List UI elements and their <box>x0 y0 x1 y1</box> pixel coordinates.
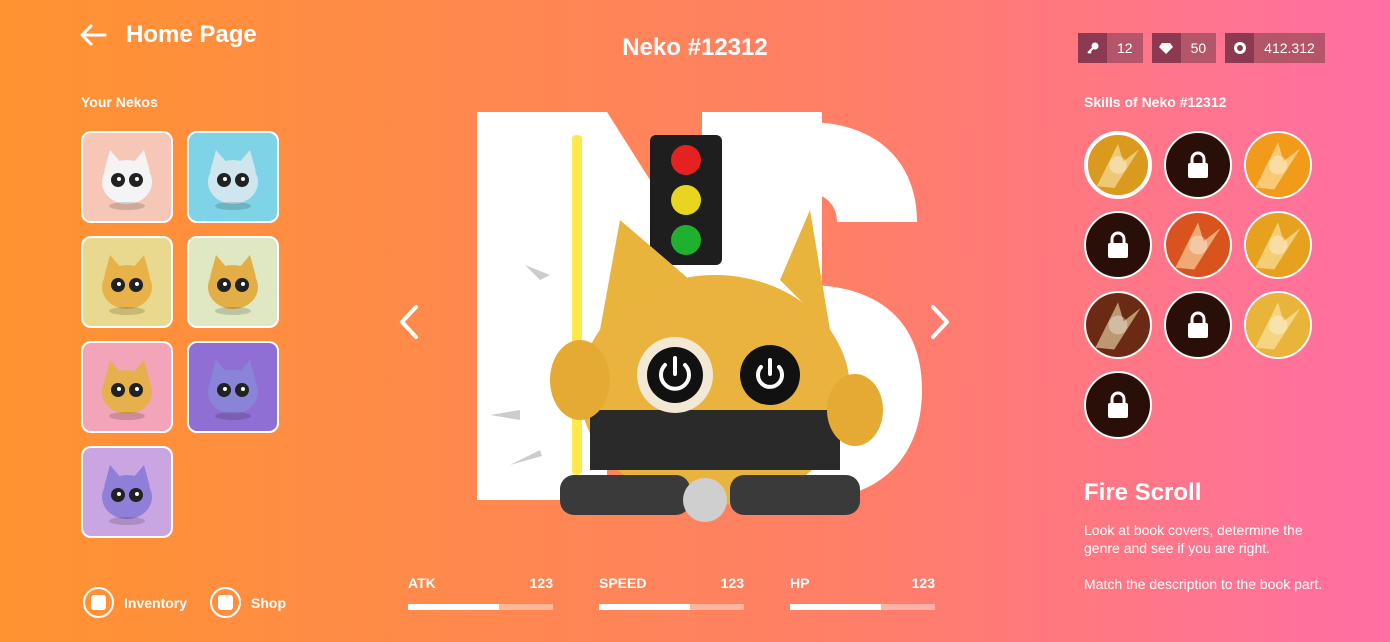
skill-art-icon <box>1246 133 1310 197</box>
neko-thumbnail[interactable] <box>187 236 279 328</box>
skill-locked-1[interactable] <box>1164 131 1232 199</box>
currency-keys: 12 <box>1078 33 1143 63</box>
stat-value: 123 <box>720 575 744 591</box>
stat-label: ATK <box>408 575 436 591</box>
skill-art-icon <box>1246 213 1310 277</box>
neko-avatar-icon <box>102 150 152 210</box>
neko-character-image <box>490 135 883 522</box>
skill-fire-scroll[interactable] <box>1164 211 1232 279</box>
skill-desc-paragraph: Look at book covers, determine the genre… <box>1084 522 1303 556</box>
neko-thumbnail[interactable] <box>187 341 279 433</box>
shop-icon <box>210 587 242 618</box>
stat-label: SPEED <box>599 575 647 591</box>
chevron-right-icon <box>931 305 949 339</box>
stat-bar <box>790 604 935 610</box>
inventory-button[interactable]: Inventory <box>83 587 187 618</box>
neko-avatar-icon <box>102 255 152 315</box>
skill-locked-3[interactable] <box>1164 291 1232 359</box>
chevron-left-icon <box>400 305 418 339</box>
skill-golden-owl[interactable] <box>1084 131 1152 199</box>
stat-bar <box>599 604 744 610</box>
stat-value: 123 <box>529 575 553 591</box>
your-nekos-heading: Your Nekos <box>81 94 158 110</box>
stats-panel: ATK 123 SPEED 123 HP 123 <box>408 575 935 610</box>
inventory-label: Inventory <box>124 594 188 611</box>
skill-explosion[interactable] <box>1244 291 1312 359</box>
stat-speed: SPEED 123 <box>599 575 744 610</box>
key-icon <box>1086 42 1098 54</box>
currency-diamonds: 50 <box>1151 33 1217 63</box>
neko-thumbnail[interactable] <box>187 131 279 223</box>
lock-icon <box>1188 311 1208 338</box>
stat-bar-fill <box>408 604 500 610</box>
neko-avatar-icon <box>102 465 152 525</box>
skill-desc-paragraph: Match the description to the book part. <box>1084 576 1323 592</box>
selected-skill-name: Fire Scroll <box>1084 479 1202 506</box>
diamond-icon <box>1159 43 1174 54</box>
neko-thumbnail[interactable] <box>81 236 173 328</box>
lock-icon <box>1108 231 1128 258</box>
stat-atk: ATK 123 <box>408 575 553 610</box>
skill-lightning[interactable] <box>1244 211 1312 279</box>
skill-locked-4[interactable] <box>1084 371 1152 439</box>
stat-bar-fill <box>599 604 691 610</box>
keys-count: 12 <box>1107 33 1143 63</box>
neko-avatar-icon <box>208 150 258 210</box>
stat-hp: HP 123 <box>790 575 935 610</box>
lock-icon <box>1108 391 1128 418</box>
neko-thumbnail[interactable] <box>81 341 173 433</box>
stat-bar <box>408 604 553 610</box>
skill-fire-slash[interactable] <box>1244 131 1312 199</box>
skill-art-icon <box>1088 135 1148 195</box>
diamonds-count: 50 <box>1180 33 1217 63</box>
neko-avatar-icon <box>208 255 258 315</box>
prev-neko-button[interactable] <box>394 302 424 342</box>
currency-bar: 12 50 412.312 <box>1078 33 1325 63</box>
skill-dark-beast[interactable] <box>1084 291 1152 359</box>
selected-skill-description: Look at book covers, determine the genre… <box>1084 521 1334 611</box>
skills-grid <box>1084 131 1312 439</box>
bottom-nav: Inventory Shop <box>83 587 286 618</box>
inventory-icon <box>83 587 114 618</box>
neko-thumbnail[interactable] <box>81 446 173 538</box>
next-neko-button[interactable] <box>925 302 955 342</box>
stat-label: HP <box>790 575 810 591</box>
coin-icon <box>1233 42 1246 54</box>
neko-avatar-icon <box>102 360 152 420</box>
neko-avatar-icon <box>208 360 258 420</box>
currency-coins: 412.312 <box>1225 33 1325 63</box>
neko-thumbnail[interactable] <box>81 131 173 223</box>
skill-art-icon <box>1246 293 1310 357</box>
nekos-grid <box>81 131 279 538</box>
lock-icon <box>1188 151 1208 178</box>
coins-count: 412.312 <box>1254 33 1325 63</box>
shop-label: Shop <box>251 594 287 611</box>
skill-art-icon <box>1086 293 1150 357</box>
stat-value: 123 <box>911 575 935 591</box>
skill-locked-2[interactable] <box>1084 211 1152 279</box>
shop-button[interactable]: Shop <box>210 587 286 618</box>
skill-art-icon <box>1166 213 1230 277</box>
stat-bar-fill <box>790 604 882 610</box>
skills-heading: Skills of Neko #12312 <box>1084 94 1227 110</box>
